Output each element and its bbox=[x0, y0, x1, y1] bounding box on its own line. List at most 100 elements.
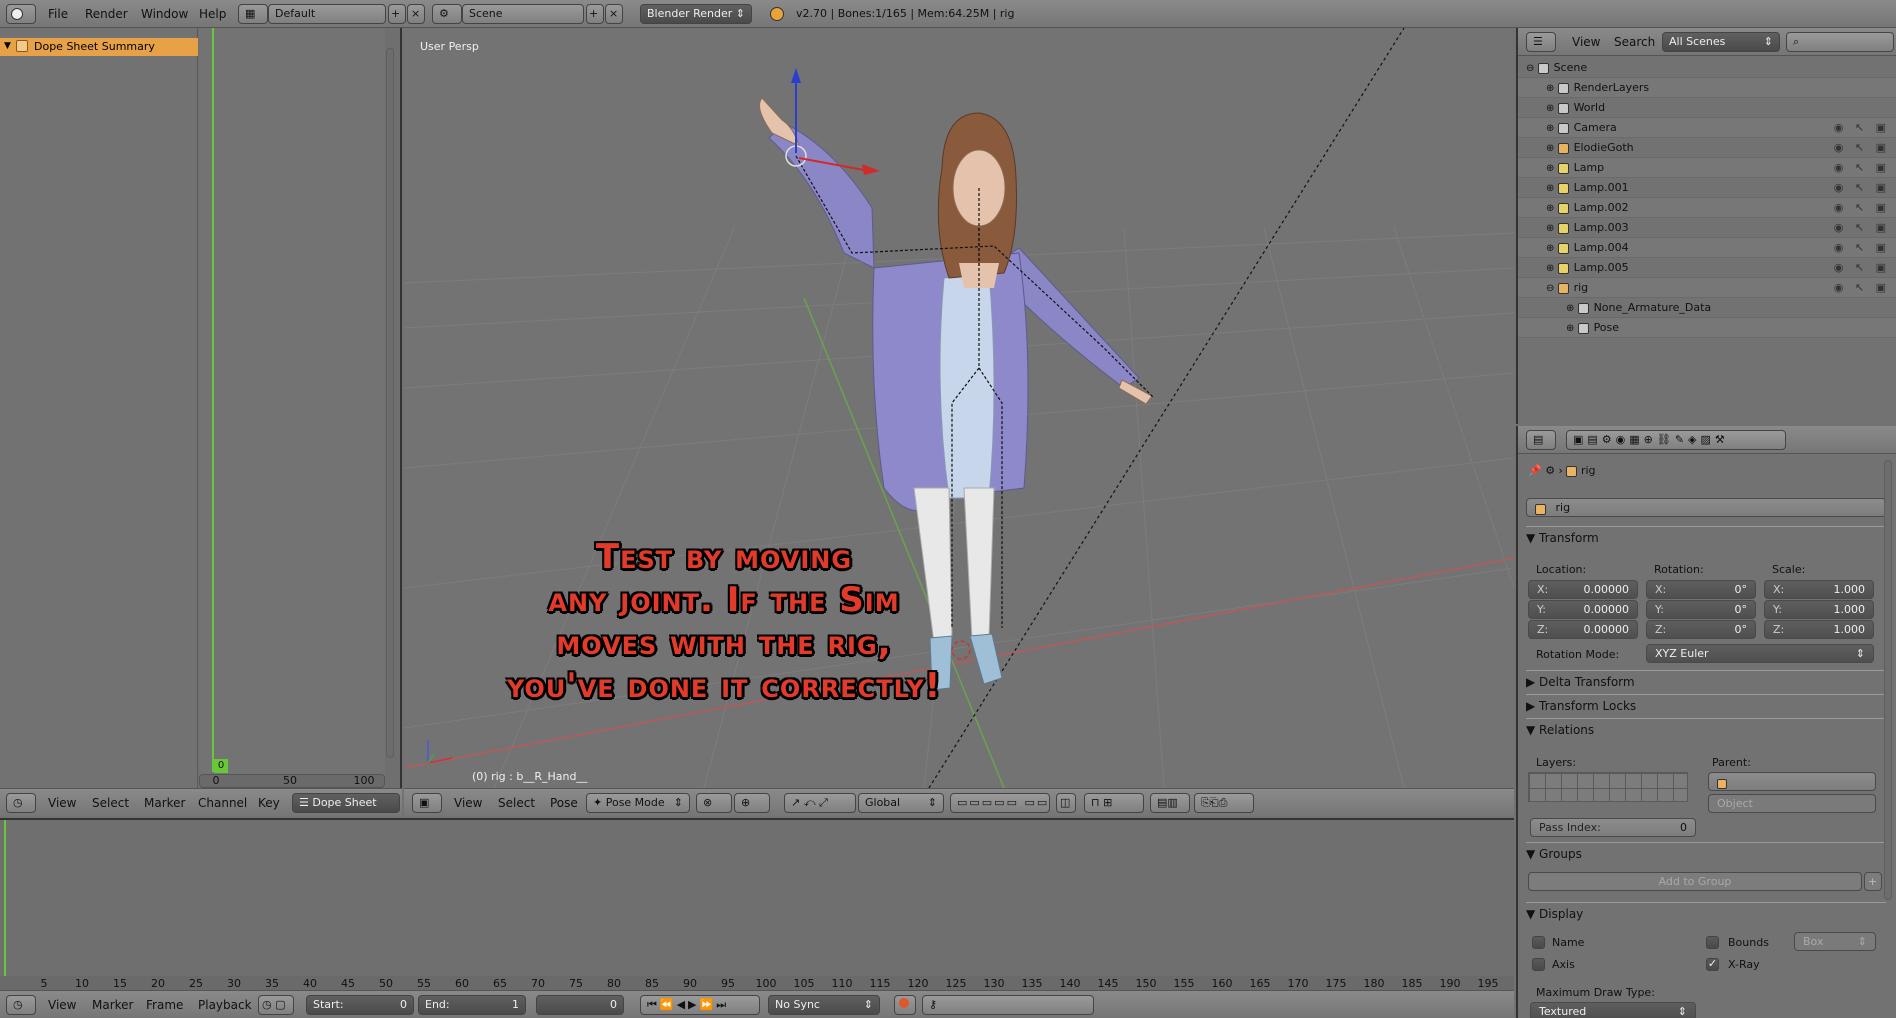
context-tabs[interactable]: ▣▤⚙◉▦⊕⛓✎◈▨⚒ bbox=[1566, 430, 1786, 450]
panel-transform-locks[interactable]: ▶ Transform Locks bbox=[1526, 694, 1886, 716]
menu-view[interactable]: View bbox=[48, 991, 76, 1018]
outliner-item[interactable]: ⊖ rig ◉ ↖ ▣ bbox=[1518, 278, 1896, 298]
location-x-field[interactable]: X: 0.00000 bbox=[1528, 580, 1638, 599]
outliner-item[interactable]: ⊕ Lamp.002 ◉ ↖ ▣ bbox=[1518, 198, 1896, 218]
expand-icon[interactable]: ⊖ bbox=[1546, 283, 1558, 294]
rotation-y-field[interactable]: Y: 0° bbox=[1646, 600, 1756, 619]
expand-icon[interactable]: ⊕ bbox=[1546, 223, 1558, 234]
panel-relations[interactable]: ▼ Relations bbox=[1526, 718, 1886, 740]
sync-mode-select[interactable]: No Sync ⇕ bbox=[768, 995, 880, 1015]
dopesheet-timeline[interactable] bbox=[199, 28, 385, 788]
dopesheet-scrollbar[interactable] bbox=[386, 48, 394, 758]
location-y-field[interactable]: Y: 0.00000 bbox=[1528, 600, 1638, 619]
layout-add-button[interactable]: + bbox=[388, 4, 406, 24]
rotation-mode-select[interactable]: XYZ Euler ⇕ bbox=[1646, 644, 1874, 663]
layout-remove-button[interactable]: × bbox=[407, 4, 425, 24]
expand-icon[interactable]: ⊕ bbox=[1546, 263, 1558, 274]
panel-transform[interactable]: ▼ Transform bbox=[1526, 526, 1886, 548]
expand-icon[interactable]: ⊕ bbox=[1546, 83, 1558, 94]
expand-icon[interactable]: ⊕ bbox=[1546, 163, 1558, 174]
timeline-area[interactable]: 5 10 15 20 25 30 35 40 45 50 55 60 65 70 75 80 85 90 95 100… bbox=[0, 818, 1514, 992]
visibility-icons[interactable]: ◉ ↖ ▣ bbox=[1834, 138, 1890, 158]
render-buttons[interactable]: ▤▥ bbox=[1150, 793, 1190, 813]
scene-remove-button[interactable]: × bbox=[605, 4, 623, 24]
manipulator-buttons[interactable]: ↗ ⤺ ⤢ bbox=[784, 793, 856, 813]
current-frame-badge[interactable]: 0 bbox=[214, 759, 228, 773]
xray-checkbox[interactable]: ✓ bbox=[1706, 958, 1719, 971]
layout-icon-button[interactable]: ▦ bbox=[238, 4, 268, 24]
scene-icon-button[interactable]: ⚙ bbox=[432, 4, 462, 24]
end-frame-field[interactable]: End: 1 bbox=[418, 995, 526, 1015]
panel-delta-transform[interactable]: ▶ Delta Transform bbox=[1526, 670, 1886, 692]
menu-help[interactable]: Help bbox=[199, 0, 226, 28]
layers-grid[interactable]: ▭▭▭▭▭ ▭▭▭▭▭ bbox=[950, 793, 1050, 813]
editor-type-button[interactable] bbox=[6, 4, 36, 24]
rotation-z-field[interactable]: Z: 0° bbox=[1646, 620, 1756, 639]
menu-window[interactable]: Window bbox=[141, 0, 188, 28]
menu-view[interactable]: View bbox=[48, 789, 76, 817]
menu-render[interactable]: Render bbox=[85, 0, 128, 28]
visibility-icons[interactable]: ◉ ↖ ▣ bbox=[1834, 278, 1890, 298]
pose-copy-buttons[interactable]: ⎘⎗⎙ bbox=[1194, 793, 1254, 813]
pin-icon[interactable]: 📌 bbox=[1528, 464, 1542, 477]
menu-view[interactable]: View bbox=[454, 789, 482, 817]
menu-playback[interactable]: Playback bbox=[198, 991, 252, 1018]
outliner-item[interactable]: ⊕ None_Armature_Data bbox=[1518, 298, 1896, 318]
location-z-field[interactable]: Z: 0.00000 bbox=[1528, 620, 1638, 639]
visibility-icons[interactable]: ◉ ↖ ▣ bbox=[1834, 158, 1890, 178]
menu-search[interactable]: Search bbox=[1614, 28, 1655, 56]
panel-groups[interactable]: ▼ Groups bbox=[1526, 842, 1886, 864]
outliner-item[interactable]: ⊕ Lamp.004 ◉ ↖ ▣ bbox=[1518, 238, 1896, 258]
bounds-checkbox[interactable] bbox=[1706, 936, 1719, 949]
editor-type-button[interactable]: ▣ bbox=[412, 793, 442, 813]
outliner-item[interactable]: ⊖ Scene bbox=[1518, 58, 1896, 78]
outliner-item[interactable]: ⊕ ElodieGoth ◉ ↖ ▣ bbox=[1518, 138, 1896, 158]
outliner-item[interactable]: ⊕ Lamp.001 ◉ ↖ ▣ bbox=[1518, 178, 1896, 198]
record-button[interactable] bbox=[894, 995, 916, 1015]
outliner-item[interactable]: ⊕ Lamp ◉ ↖ ▣ bbox=[1518, 158, 1896, 178]
editor-type-button[interactable]: ☰ bbox=[1526, 32, 1556, 52]
menu-marker[interactable]: Marker bbox=[144, 789, 185, 817]
render-engine-select[interactable]: Blender Render ⇕ bbox=[640, 4, 752, 24]
orientation-select[interactable]: Global ⇕ bbox=[858, 793, 944, 813]
outliner-search-input[interactable]: ⌕ bbox=[1786, 32, 1894, 52]
scale-x-field[interactable]: X: 1.000 bbox=[1764, 580, 1874, 599]
scale-y-field[interactable]: Y: 1.000 bbox=[1764, 600, 1874, 619]
snap-buttons[interactable]: ⊓ ⊞ bbox=[1084, 793, 1144, 813]
layout-field[interactable]: Default bbox=[268, 4, 386, 24]
dopesheet-mode-select[interactable]: ☰ Dope Sheet bbox=[292, 793, 400, 813]
menu-channel[interactable]: Channel bbox=[198, 789, 247, 817]
pivot-select[interactable]: ⊕ bbox=[734, 793, 770, 813]
expand-icon[interactable]: ⊕ bbox=[1546, 143, 1558, 154]
keying-set-field[interactable]: ⚷ bbox=[922, 995, 1094, 1015]
object-name-field[interactable]: rig bbox=[1526, 498, 1886, 517]
outliner-item[interactable]: ⊕ World bbox=[1518, 98, 1896, 118]
expand-icon[interactable]: ⊕ bbox=[1546, 203, 1558, 214]
properties-scrollbar[interactable] bbox=[1884, 460, 1892, 900]
visibility-icons[interactable]: ◉ ↖ ▣ bbox=[1834, 198, 1890, 218]
menu-file[interactable]: File bbox=[48, 0, 68, 28]
mode-select[interactable]: ✦ Pose Mode ⇕ bbox=[586, 793, 690, 813]
outliner-item[interactable]: ⊕ RenderLayers bbox=[1518, 78, 1896, 98]
parent-field[interactable] bbox=[1708, 772, 1876, 791]
display-filter-select[interactable]: All Scenes ⇕ bbox=[1662, 32, 1780, 52]
editor-type-button[interactable]: ◷ bbox=[6, 995, 36, 1015]
group-add-button[interactable]: + bbox=[1864, 872, 1882, 891]
menu-key[interactable]: Key bbox=[258, 789, 280, 817]
scene-add-button[interactable]: + bbox=[586, 4, 604, 24]
menu-select[interactable]: Select bbox=[498, 789, 535, 817]
current-frame-line[interactable] bbox=[212, 28, 214, 772]
current-frame-field[interactable]: 0 bbox=[536, 995, 624, 1015]
expand-icon[interactable]: ⊕ bbox=[1546, 183, 1558, 194]
outliner-item[interactable]: ⊕ Pose bbox=[1518, 318, 1896, 338]
scene-field[interactable]: Scene bbox=[462, 4, 584, 24]
bounds-type-select[interactable]: Box ⇕ bbox=[1794, 932, 1876, 951]
editor-type-button[interactable]: ◷ bbox=[6, 793, 36, 813]
dopesheet-summary-row[interactable]: ▼ Dope Sheet Summary bbox=[0, 38, 198, 56]
expand-icon[interactable]: ⊕ bbox=[1546, 103, 1558, 114]
timeline-frame-line[interactable] bbox=[4, 820, 6, 976]
pass-index-field[interactable]: Pass Index: 0 bbox=[1530, 818, 1696, 837]
max-draw-select[interactable]: Textured ⇕ bbox=[1530, 1002, 1696, 1018]
menu-select[interactable]: Select bbox=[92, 789, 129, 817]
parent-type-select[interactable]: Object bbox=[1708, 794, 1876, 813]
